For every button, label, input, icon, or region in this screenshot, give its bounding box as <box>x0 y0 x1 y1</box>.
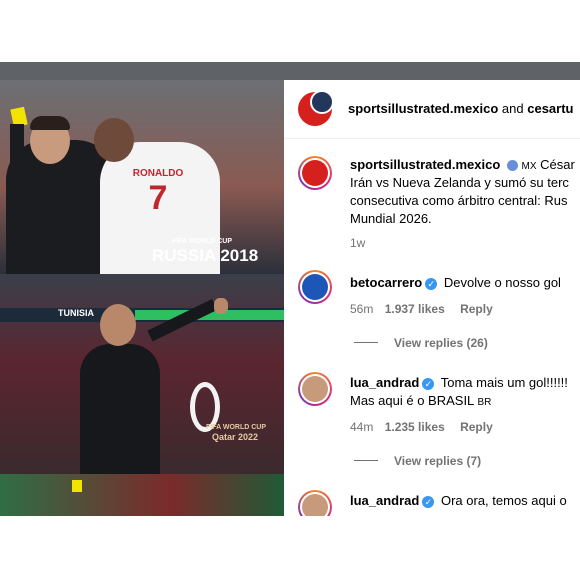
globe-icon <box>506 160 518 172</box>
window-top-bar <box>0 62 580 80</box>
comment-2-text: Toma mais um gol!!!!!! <box>440 375 568 390</box>
comment-1-text: Devolve o nosso gol <box>443 275 561 290</box>
post-image[interactable]: RONALDO 7 FIFA WORLD CUP RUSSIA 2018 TUN… <box>0 80 284 516</box>
wc-2018-label: FIFA WORLD CUP <box>172 238 233 245</box>
header-and: and <box>501 101 524 116</box>
jersey-number: 7 <box>148 179 168 217</box>
comment-1-likes[interactable]: 1.937 likes <box>385 302 445 316</box>
referee-2022-figure <box>80 344 160 474</box>
photo-russia-2018: RONALDO 7 FIFA WORLD CUP RUSSIA 2018 <box>0 80 284 274</box>
wc-2018-brand: RUSSIA 2018 <box>152 246 259 265</box>
verified-icon: ✓ <box>422 377 435 390</box>
comment-2-line-1: lua_andrad ✓ Toma mais um gol!!!!!! <box>350 374 568 392</box>
comment-1-view-replies[interactable]: View replies (26) <box>394 334 488 352</box>
player-head <box>94 118 134 162</box>
header-coauthor[interactable]: cesartu <box>527 101 573 116</box>
coauthor-avatar[interactable] <box>310 90 334 114</box>
comment-2-text-2: Mas aqui é o BRASIL <box>350 393 474 408</box>
post-side-panel: sportsillustrated.mexico and cesartu spo… <box>284 80 580 516</box>
photo-qatar-2022: TUNISIA FIFA WORLD CUP Qatar 2022 <box>0 274 284 474</box>
yellow-card-2 <box>72 480 82 492</box>
caption-text-1: César <box>540 157 575 172</box>
comment-1-avatar[interactable] <box>298 270 332 304</box>
caption-line-2: Irán vs Nueva Zelanda y sumó su terc <box>350 175 569 190</box>
mx-flag: MX <box>521 161 537 172</box>
verified-icon: ✓ <box>425 277 438 290</box>
comment-3-text: Ora ora, temos aqui o <box>440 493 567 508</box>
comment-2-user[interactable]: lua_andrad <box>350 375 419 390</box>
comment-2-meta: 44m 1.235 likes Reply <box>350 418 493 436</box>
comment-1-meta: 56m 1.937 likes Reply <box>350 300 493 318</box>
comment-2-likes[interactable]: 1.235 likes <box>385 420 445 434</box>
ad-board: TUNISIA <box>0 308 284 322</box>
br-flag: BR <box>477 397 492 408</box>
comment-3-avatar[interactable] <box>298 490 332 516</box>
page-bottom-blank <box>0 516 580 580</box>
wc-2022-label: FIFA WORLD CUP <box>206 424 267 431</box>
replies-divider <box>354 342 378 343</box>
comment-1-reply-button[interactable]: Reply <box>460 302 493 316</box>
caption-line-3: consecutiva como árbitro central: Rus <box>350 193 568 208</box>
comment-2-reply-button[interactable]: Reply <box>460 420 493 434</box>
comment-2-time: 44m <box>350 420 374 434</box>
comment-1-line: betocarrero ✓ Devolve o nosso gol <box>350 274 561 292</box>
post-header: sportsillustrated.mexico and cesartu <box>284 80 580 139</box>
jersey-name: RONALDO <box>132 168 184 179</box>
comment-1-time: 56m <box>350 302 374 316</box>
caption-avatar[interactable] <box>298 156 332 190</box>
comment-2-line-2: Mas aqui é o BRASIL BR <box>350 392 491 412</box>
comment-2-view-replies[interactable]: View replies (7) <box>394 452 481 470</box>
caption-user[interactable]: sportsillustrated.mexico <box>350 157 500 172</box>
verified-icon: ✓ <box>422 495 435 508</box>
wc-2022-brand: Qatar 2022 <box>212 432 259 442</box>
header-account[interactable]: sportsillustrated.mexico <box>348 101 498 116</box>
comment-1-user[interactable]: betocarrero <box>350 275 422 290</box>
comment-2-avatar[interactable] <box>298 372 332 406</box>
photo-2026 <box>0 474 284 516</box>
ad-board-text: TUNISIA <box>58 308 94 318</box>
referee-2022-head <box>100 304 136 346</box>
caption-time: 1w <box>350 236 366 250</box>
caption-line-4: Mundial 2026. <box>350 211 432 226</box>
comment-3-line: lua_andrad ✓ Ora ora, temos aqui o <box>350 492 567 510</box>
comment-3-user[interactable]: lua_andrad <box>350 493 419 508</box>
caption-line-1: sportsillustrated.mexico MX César <box>350 156 575 176</box>
replies-divider <box>354 460 378 461</box>
